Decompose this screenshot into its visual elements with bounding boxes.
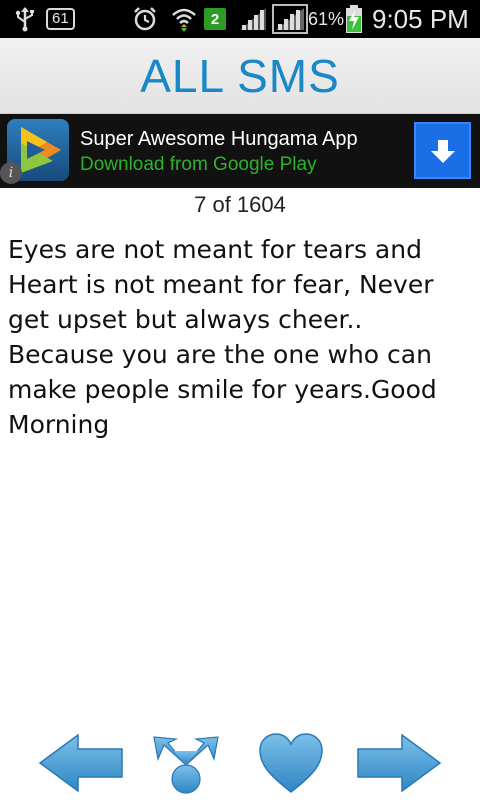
ad-title[interactable]: Super Awesome Hungama App	[80, 128, 358, 151]
next-arrow-icon	[357, 733, 442, 793]
download-arrow-icon	[430, 139, 455, 163]
favorite-button[interactable]	[258, 728, 324, 798]
signal-icon-secondary	[272, 0, 308, 38]
signal-icon	[238, 0, 268, 38]
battery-percent: 61%	[308, 8, 345, 29]
next-button[interactable]	[356, 728, 442, 798]
share-button[interactable]	[152, 728, 220, 798]
notification-count: 61	[46, 8, 75, 30]
sim-icon: 2	[204, 0, 226, 38]
clock: 9:05 PM	[372, 3, 469, 34]
previous-button[interactable]	[38, 728, 124, 798]
alarm-icon	[132, 0, 158, 38]
previous-arrow-icon	[38, 733, 123, 793]
notification-badge: 61	[46, 0, 75, 38]
message-counter: 7 of 1604	[194, 192, 286, 217]
ad-info-icon[interactable]: i	[0, 162, 22, 184]
favorite-heart-icon	[259, 733, 323, 793]
sim-indicator: 2	[204, 8, 226, 30]
app-header: ALL SMS	[0, 38, 480, 114]
sms-message-text: Eyes are not meant for tears and Heart i…	[8, 235, 437, 439]
battery-charging-icon	[344, 0, 364, 38]
page-title: ALL SMS	[140, 49, 340, 102]
download-button[interactable]	[414, 122, 471, 179]
usb-icon	[14, 0, 36, 38]
status-bar: 61 2 61% 9:05 PM	[0, 0, 480, 38]
ad-subtitle[interactable]: Download from Google Play	[80, 154, 317, 176]
share-icon	[153, 736, 219, 794]
ad-banner[interactable]: i Super Awesome Hungama App Download fro…	[0, 114, 480, 188]
wifi-icon	[170, 0, 198, 38]
